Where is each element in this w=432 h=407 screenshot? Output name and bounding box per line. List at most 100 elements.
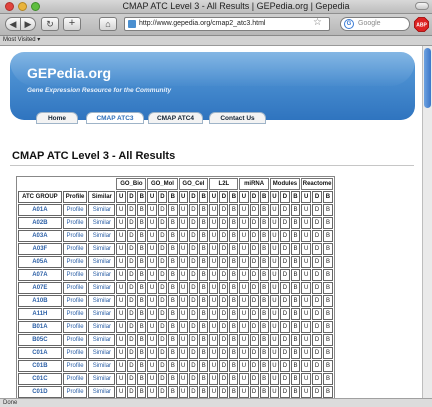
direction-link-d[interactable]: D [126, 282, 137, 294]
direction-link-b[interactable]: B [290, 204, 301, 216]
direction-link-d[interactable]: D [280, 360, 290, 372]
profile-link[interactable]: Profile [62, 256, 88, 268]
direction-link-u[interactable]: U [239, 373, 249, 385]
direction-link-b[interactable]: B [290, 321, 301, 333]
direction-link-u[interactable]: U [239, 282, 249, 294]
direction-link-b[interactable]: B [199, 308, 209, 320]
direction-link-u[interactable]: U [147, 295, 157, 307]
direction-link-d[interactable]: D [188, 204, 199, 216]
direction-link-d[interactable]: D [312, 373, 322, 385]
direction-link-u[interactable]: U [178, 373, 188, 385]
profile-link[interactable]: Profile [62, 282, 88, 294]
atc-group-link[interactable]: A02B [18, 217, 62, 229]
direction-link-u[interactable]: U [269, 243, 280, 255]
direction-link-b[interactable]: B [290, 347, 301, 359]
direction-link-d[interactable]: D [188, 230, 199, 242]
direction-link-u[interactable]: U [178, 308, 188, 320]
direction-link-b[interactable]: B [322, 347, 333, 359]
direction-link-b[interactable]: B [229, 269, 239, 281]
direction-link-b[interactable]: B [168, 360, 178, 372]
direction-link-u[interactable]: U [116, 386, 126, 398]
direction-link-b[interactable]: B [137, 256, 147, 268]
similar-link[interactable]: Similar [88, 256, 116, 268]
direction-link-d[interactable]: D [126, 269, 137, 281]
direction-link-d[interactable]: D [280, 373, 290, 385]
direction-link-d[interactable]: D [188, 256, 199, 268]
direction-link-d[interactable]: D [280, 386, 290, 398]
direction-link-u[interactable]: U [147, 217, 157, 229]
profile-link[interactable]: Profile [62, 360, 88, 372]
direction-link-d[interactable]: D [249, 360, 259, 372]
direction-link-u[interactable]: U [269, 217, 280, 229]
direction-link-d[interactable]: D [249, 347, 259, 359]
similar-link[interactable]: Similar [88, 373, 116, 385]
direction-link-u[interactable]: U [147, 308, 157, 320]
profile-link[interactable]: Profile [62, 243, 88, 255]
direction-link-d[interactable]: D [157, 347, 168, 359]
direction-link-u[interactable]: U [209, 282, 219, 294]
direction-link-d[interactable]: D [219, 373, 229, 385]
direction-link-u[interactable]: U [301, 373, 312, 385]
direction-link-d[interactable]: D [157, 295, 168, 307]
direction-link-u[interactable]: U [301, 217, 312, 229]
direction-link-u[interactable]: U [269, 347, 280, 359]
atc-group-link[interactable]: C01D [18, 386, 62, 398]
direction-link-b[interactable]: B [137, 204, 147, 216]
direction-link-d[interactable]: D [157, 204, 168, 216]
direction-link-u[interactable]: U [301, 360, 312, 372]
direction-link-b[interactable]: B [229, 360, 239, 372]
direction-link-b[interactable]: B [137, 269, 147, 281]
direction-link-d[interactable]: D [157, 360, 168, 372]
atc-group-link[interactable]: A07E [18, 282, 62, 294]
similar-link[interactable]: Similar [88, 230, 116, 242]
direction-link-d[interactable]: D [126, 204, 137, 216]
direction-link-b[interactable]: B [199, 360, 209, 372]
direction-link-b[interactable]: B [168, 334, 178, 346]
direction-link-d[interactable]: D [219, 308, 229, 320]
direction-link-b[interactable]: B [168, 243, 178, 255]
atc-group-link[interactable]: B05C [18, 334, 62, 346]
direction-link-u[interactable]: U [178, 386, 188, 398]
direction-link-b[interactable]: B [229, 204, 239, 216]
direction-link-b[interactable]: B [259, 295, 269, 307]
direction-link-b[interactable]: B [322, 230, 333, 242]
direction-link-b[interactable]: B [259, 256, 269, 268]
similar-link[interactable]: Similar [88, 308, 116, 320]
zoom-window-button[interactable] [31, 2, 40, 11]
similar-link[interactable]: Similar [88, 347, 116, 359]
direction-link-d[interactable]: D [219, 282, 229, 294]
direction-link-b[interactable]: B [168, 295, 178, 307]
direction-link-b[interactable]: B [322, 334, 333, 346]
direction-link-d[interactable]: D [157, 269, 168, 281]
atc-group-link[interactable]: A07A [18, 269, 62, 281]
direction-link-u[interactable]: U [301, 204, 312, 216]
direction-link-u[interactable]: U [301, 308, 312, 320]
direction-link-d[interactable]: D [219, 256, 229, 268]
direction-link-d[interactable]: D [249, 334, 259, 346]
direction-link-b[interactable]: B [137, 321, 147, 333]
profile-link[interactable]: Profile [62, 230, 88, 242]
direction-link-u[interactable]: U [301, 282, 312, 294]
direction-link-u[interactable]: U [301, 230, 312, 242]
direction-link-d[interactable]: D [312, 347, 322, 359]
direction-link-u[interactable]: U [147, 347, 157, 359]
direction-link-u[interactable]: U [301, 269, 312, 281]
direction-link-u[interactable]: U [239, 256, 249, 268]
direction-link-u[interactable]: U [301, 347, 312, 359]
direction-link-d[interactable]: D [280, 243, 290, 255]
direction-link-d[interactable]: D [280, 347, 290, 359]
direction-link-u[interactable]: U [147, 230, 157, 242]
direction-link-b[interactable]: B [168, 282, 178, 294]
direction-link-d[interactable]: D [249, 269, 259, 281]
direction-link-d[interactable]: D [280, 321, 290, 333]
nav-tab-cmap-atc3[interactable]: CMAP ATC3 [86, 112, 144, 124]
direction-link-d[interactable]: D [312, 204, 322, 216]
profile-link[interactable]: Profile [62, 308, 88, 320]
direction-link-b[interactable]: B [259, 204, 269, 216]
direction-link-b[interactable]: B [259, 243, 269, 255]
direction-link-u[interactable]: U [239, 295, 249, 307]
direction-link-u[interactable]: U [147, 269, 157, 281]
direction-link-d[interactable]: D [312, 334, 322, 346]
direction-link-b[interactable]: B [229, 308, 239, 320]
direction-link-d[interactable]: D [126, 308, 137, 320]
